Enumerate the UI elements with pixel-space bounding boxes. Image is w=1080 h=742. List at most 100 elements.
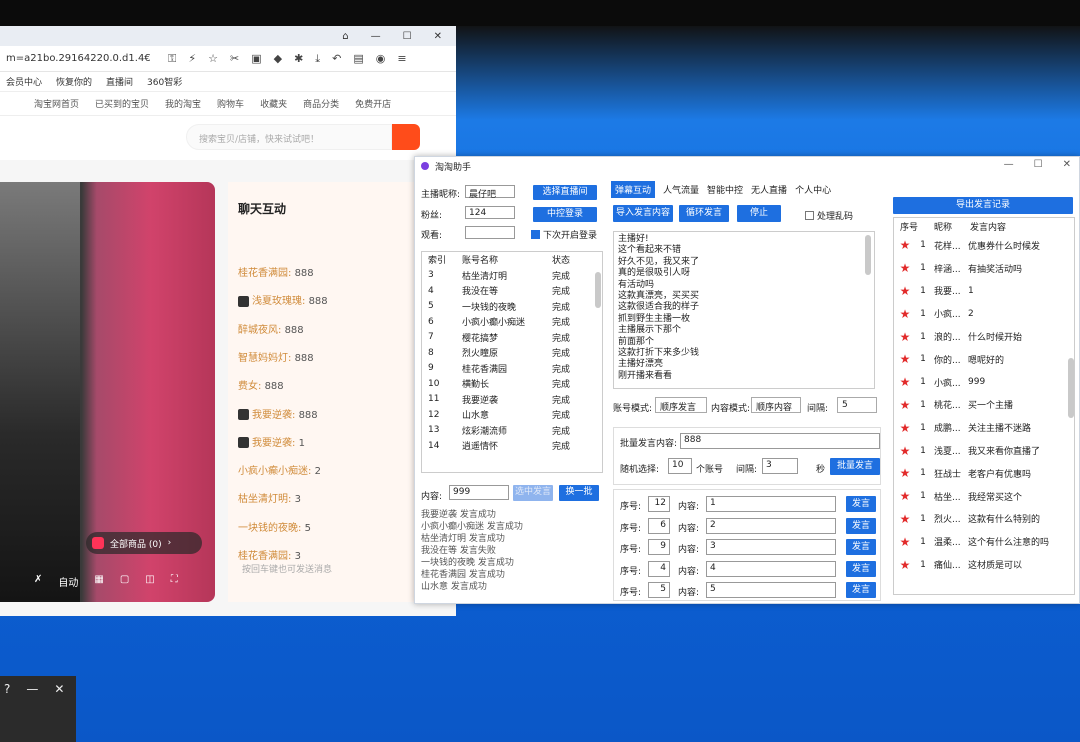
content-input[interactable]: 2	[706, 517, 836, 534]
game-icon[interactable]: ◆	[274, 52, 282, 65]
table-row[interactable]: 13 炫彩潮流师 完成	[422, 423, 602, 439]
table-row[interactable]: 3 枯坐清灯明 完成	[422, 268, 602, 284]
undo-icon[interactable]: ↶	[332, 52, 341, 65]
nav-item[interactable]: 商品分类	[303, 97, 339, 110]
lock-icon[interactable]: ⚿	[168, 52, 176, 66]
gift-icon[interactable]: ▦	[94, 574, 103, 589]
nav-item[interactable]: 我的淘宝	[165, 97, 201, 110]
scissors-icon[interactable]: ✂	[230, 52, 239, 65]
screen-icon[interactable]: ◫	[145, 574, 154, 589]
download-icon[interactable]: ⤓	[315, 52, 320, 66]
seq-input[interactable]: 5	[648, 582, 670, 598]
fullscreen-icon[interactable]: ⛶	[171, 574, 178, 589]
seq-input[interactable]: 12	[648, 496, 670, 512]
send-button[interactable]: 发言	[846, 539, 876, 555]
choose-live-button[interactable]: 选择直播间	[533, 185, 597, 200]
chat-input[interactable]: 按回车键也可发送消息	[242, 562, 392, 575]
minimize-button[interactable]: —	[26, 682, 38, 742]
send-button[interactable]: 发言	[846, 560, 876, 577]
bookmark-item[interactable]: 360智彩	[147, 75, 182, 88]
search-button[interactable]	[392, 124, 420, 150]
bookmark-item[interactable]: 会员中心	[6, 75, 42, 88]
close-button[interactable]: ✕	[54, 682, 64, 742]
help-icon[interactable]: ?	[4, 682, 10, 742]
tab-profile[interactable]: 个人中心	[795, 183, 831, 196]
nav-item[interactable]: 收藏夹	[260, 97, 287, 110]
address-input[interactable]: m=a21bo.29164220.0.d1.4€	[6, 53, 156, 64]
tab-smart-control[interactable]: 智能中控	[707, 183, 743, 196]
content-input[interactable]: 999	[449, 485, 509, 500]
maximize-button[interactable]: ☐	[1034, 159, 1043, 170]
switch-batch-button[interactable]: 换一批	[559, 485, 599, 501]
anchor-nick-input[interactable]: 晨仔吧	[465, 185, 515, 200]
seq-input[interactable]: 6	[648, 517, 670, 534]
table-row[interactable]: 5 一块钱的夜晚 完成	[422, 299, 602, 315]
all-goods-button[interactable]: 全部商品 (0) ›	[86, 532, 202, 554]
record-scrollbar[interactable]	[1068, 358, 1074, 418]
send-selected-button[interactable]: 选中发言	[513, 485, 553, 501]
auto-login-checkbox[interactable]: 下次开启登录	[531, 228, 597, 241]
import-content-button[interactable]: 导入发言内容	[613, 205, 673, 222]
star-icon[interactable]: ☆	[208, 52, 218, 65]
live-video[interactable]: 全部商品 (0) › ✗ 自动 ▦ ▢ ◫ ⛶	[0, 182, 215, 602]
nav-item[interactable]: 免费开店	[355, 97, 391, 110]
central-login-button[interactable]: 中控登录	[533, 207, 597, 222]
bookmark-item[interactable]: 恢复你的	[56, 75, 92, 88]
table-row[interactable]: 7 樱花搞梦 完成	[422, 330, 602, 346]
briefcase-icon[interactable]: ▤	[353, 52, 363, 65]
nav-item[interactable]: 已买到的宝贝	[95, 97, 149, 110]
bookmark-manager-icon[interactable]: ⌂	[342, 31, 348, 42]
batch-send-button[interactable]: 批量发言	[830, 458, 880, 475]
viewers-input[interactable]	[465, 226, 515, 239]
minimize-button[interactable]: —	[1004, 159, 1014, 170]
table-row[interactable]: 6 小疯小癫小痴迷 完成	[422, 314, 602, 330]
nav-item[interactable]: 淘宝网首页	[34, 97, 79, 110]
close-button[interactable]: ✕	[1063, 159, 1071, 170]
send-button[interactable]: 发言	[846, 517, 876, 534]
send-button[interactable]: 发言	[846, 582, 876, 598]
tab-traffic[interactable]: 人气流量	[663, 183, 699, 196]
extension-icon[interactable]: ▣	[251, 52, 261, 65]
puzzle-icon[interactable]: ✱	[294, 52, 303, 65]
maximize-button[interactable]: ☐	[403, 31, 412, 42]
interval-input[interactable]: 5	[837, 397, 877, 413]
close-button[interactable]: ✕	[434, 31, 442, 42]
pip-icon[interactable]: ▢	[120, 574, 129, 589]
account-mode-select[interactable]: 顺序发言	[655, 397, 707, 413]
mute-icon[interactable]: ✗	[34, 574, 42, 589]
phrase-scrollbar[interactable]	[865, 235, 871, 275]
table-row[interactable]: 14 逍遥情怀 完成	[422, 438, 602, 454]
nav-item[interactable]: 购物车	[217, 97, 244, 110]
search-input[interactable]: 搜索宝贝/店铺，快来试试吧！	[186, 124, 392, 150]
bookmark-item[interactable]: 直播间	[106, 75, 133, 88]
batch-interval-input[interactable]: 3	[762, 458, 798, 474]
tab-chat-interact[interactable]: 弹幕互动	[611, 180, 656, 198]
export-log-button[interactable]: 导出发言记录	[893, 197, 1073, 214]
content-mode-select[interactable]: 顺序内容	[751, 397, 801, 413]
shuffle-checkbox[interactable]: 处理乱码	[805, 209, 853, 222]
table-row[interactable]: 9 桂花香满园 完成	[422, 361, 602, 377]
content-input[interactable]: 5	[706, 582, 836, 598]
loop-send-button[interactable]: 循环发言	[679, 205, 729, 222]
table-row[interactable]: 4 我没在等 完成	[422, 283, 602, 299]
random-count-input[interactable]: 10	[668, 458, 692, 474]
content-input[interactable]: 4	[706, 560, 836, 577]
content-input[interactable]: 3	[706, 539, 836, 555]
lightning-icon[interactable]: ⚡	[188, 52, 196, 65]
phrase-textarea[interactable]: 主播好! 这个看起来不错 好久不见，我又来了 真的是很吸引人呀 有活动吗 这款真漂亮，买买…	[613, 231, 875, 389]
stop-button[interactable]: 停止	[737, 205, 781, 222]
table-row[interactable]: 8 烈火瞳原 完成	[422, 345, 602, 361]
seq-input[interactable]: 4	[648, 560, 670, 577]
menu-icon[interactable]: ≡	[397, 52, 406, 65]
table-row[interactable]: 12 山水意 完成	[422, 407, 602, 423]
table-row[interactable]: 10 横勤长 完成	[422, 376, 602, 392]
fans-input[interactable]: 124	[465, 206, 515, 219]
auto-label[interactable]: 自动	[58, 574, 78, 589]
account-scrollbar[interactable]	[595, 272, 601, 308]
send-button[interactable]: 发言	[846, 496, 876, 512]
batch-content-input[interactable]: 888	[680, 433, 880, 449]
table-row[interactable]: 11 我要逆袭 完成	[422, 392, 602, 408]
tab-unmanned-live[interactable]: 无人直播	[751, 183, 787, 196]
seq-input[interactable]: 9	[648, 539, 670, 555]
minimize-button[interactable]: —	[371, 31, 381, 42]
